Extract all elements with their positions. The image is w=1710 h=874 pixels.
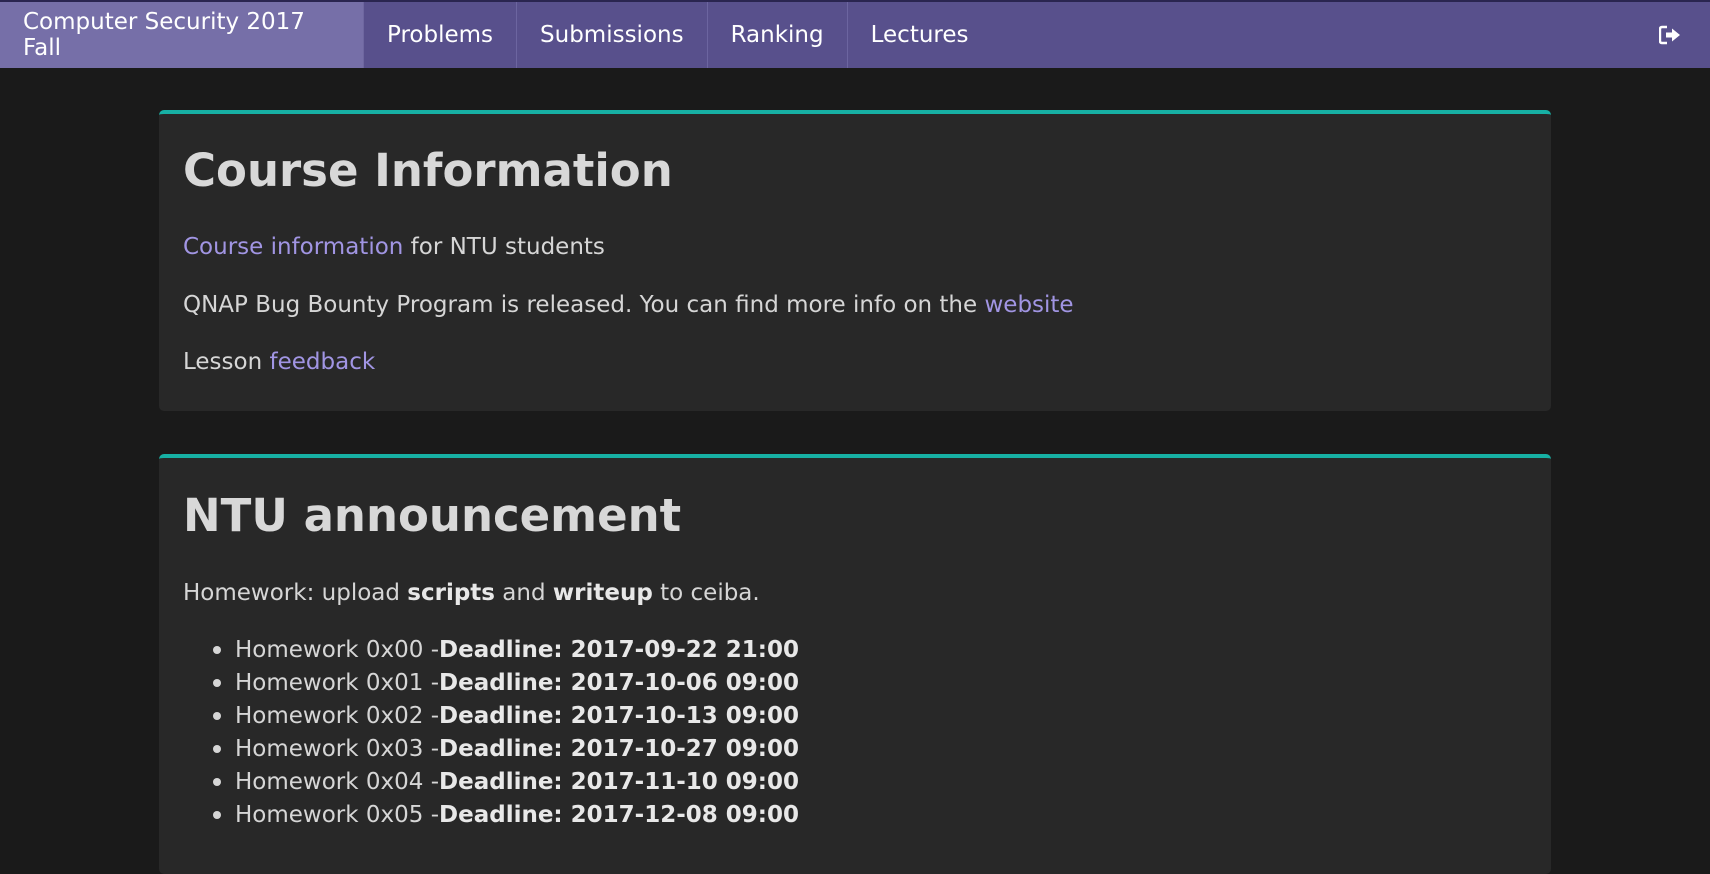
course-info-text: for NTU students [403, 234, 605, 260]
homework-item: Homework 0x05 - Deadline: 2017-12-08 09:… [213, 799, 1527, 832]
intro-text: Homework: upload [183, 580, 408, 606]
homework-deadline: Deadline: 2017-12-08 09:00 [439, 801, 799, 828]
homework-name: Homework 0x01 - [235, 669, 440, 696]
feedback-line: Lesson feedback [183, 349, 1527, 377]
homework-deadline: Deadline: 2017-11-10 09:00 [439, 768, 799, 795]
nav-item-lectures[interactable]: Lectures [848, 2, 992, 68]
homework-deadline: Deadline: 2017-10-27 09:00 [439, 735, 799, 762]
bullet-icon [213, 646, 221, 655]
feedback-text: Lesson [183, 349, 270, 376]
announcement-title: NTU announcement [183, 489, 682, 542]
homework-intro: Homework: upload scripts and writeup to … [183, 580, 1527, 608]
homework-item: Homework 0x04 - Deadline: 2017-11-10 09:… [213, 766, 1527, 799]
intro-scripts: scripts [407, 580, 495, 606]
homework-deadline: Deadline: 2017-09-22 21:00 [439, 636, 799, 663]
bullet-icon [213, 745, 221, 754]
bullet-icon [213, 778, 221, 787]
nav-item-problems[interactable]: Problems [364, 2, 518, 68]
homework-item: Homework 0x02 - Deadline: 2017-10-13 09:… [213, 700, 1527, 733]
homework-deadline: Deadline: 2017-10-13 09:00 [439, 702, 799, 729]
course-info-link[interactable]: Course information [183, 234, 403, 260]
homework-item: Homework 0x03 - Deadline: 2017-10-27 09:… [213, 733, 1527, 766]
course-info-panel: Course Information Course information fo… [159, 110, 1551, 411]
bullet-icon [213, 811, 221, 820]
intro-text-end: to ceiba. [652, 580, 760, 606]
homework-name: Homework 0x05 - [235, 801, 440, 828]
course-info-title: Course Information [183, 144, 673, 197]
website-link[interactable]: website [984, 292, 1073, 318]
homework-name: Homework 0x00 - [235, 636, 440, 663]
homework-item: Homework 0x01 - Deadline: 2017-10-06 09:… [213, 667, 1527, 700]
bullet-icon [213, 712, 221, 721]
sign-out-icon [1659, 25, 1680, 45]
intro-text-and: and [495, 580, 553, 606]
homework-list: Homework 0x00 - Deadline: 2017-09-22 21:… [213, 634, 1527, 832]
top-navbar: Computer Security 2017 Fall Problems Sub… [0, 0, 1710, 68]
nav-brand[interactable]: Computer Security 2017 Fall [0, 2, 364, 68]
bug-bounty-line: QNAP Bug Bounty Program is released. You… [183, 292, 1527, 320]
feedback-link[interactable]: feedback [270, 349, 376, 375]
intro-writeup: writeup [552, 580, 653, 606]
bug-bounty-text: QNAP Bug Bounty Program is released. You… [183, 291, 985, 318]
homework-name: Homework 0x04 - [235, 768, 440, 795]
nav-item-ranking[interactable]: Ranking [708, 2, 848, 68]
homework-item: Homework 0x00 - Deadline: 2017-09-22 21:… [213, 634, 1527, 667]
logout-button[interactable] [1630, 2, 1710, 68]
homework-deadline: Deadline: 2017-10-06 09:00 [439, 669, 799, 696]
bullet-icon [213, 679, 221, 688]
homework-name: Homework 0x03 - [235, 735, 440, 762]
course-info-line: Course information for NTU students [183, 234, 1527, 262]
announcement-panel: NTU announcement Homework: upload script… [159, 454, 1551, 874]
nav-item-submissions[interactable]: Submissions [517, 2, 708, 68]
homework-name: Homework 0x02 - [235, 702, 440, 729]
